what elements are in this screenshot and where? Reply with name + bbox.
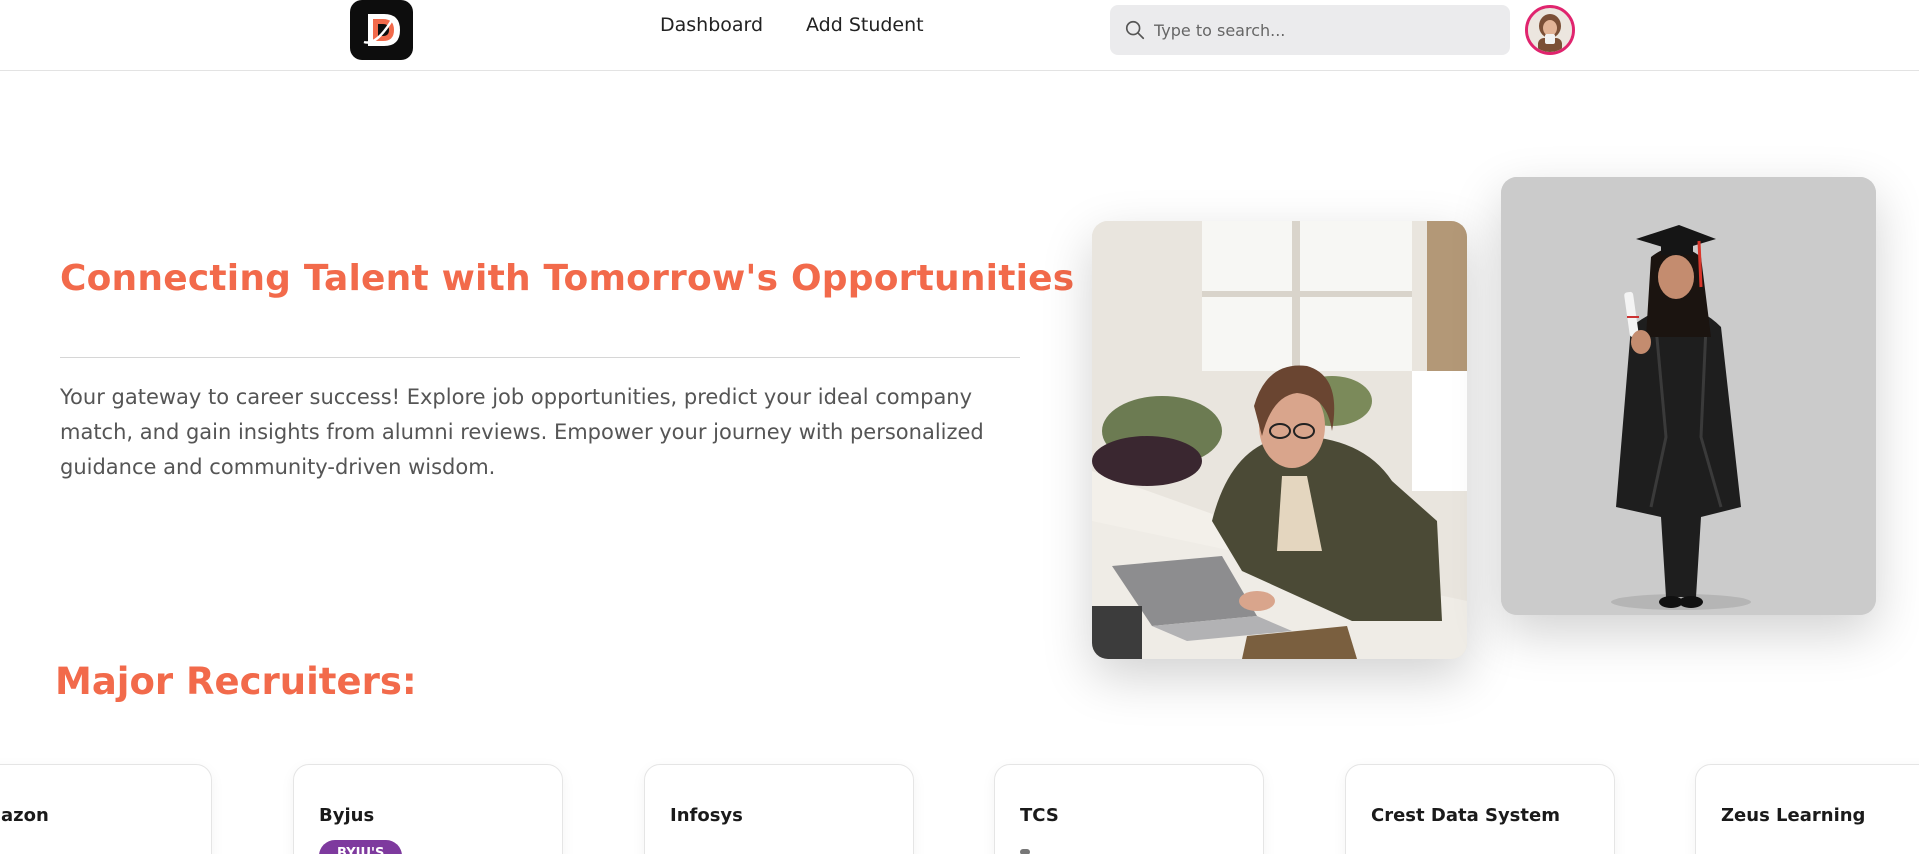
avatar-image [1528,8,1572,52]
user-avatar[interactable] [1525,5,1575,55]
company-badge: BYJU'S [319,840,403,854]
company-card-infosys[interactable]: Infosys [644,764,914,854]
graduate-photo [1501,177,1876,615]
company-name: Crest Data System [1371,805,1560,826]
company-card-tcs[interactable]: TCS [994,764,1264,854]
company-name: azon [1,805,49,826]
hero-divider [60,357,1020,358]
navbar: Dashboard Add Student [0,0,1919,71]
hero-title: Connecting Talent with Tomorrow's Opport… [60,258,1075,299]
company-name: Byjus [319,805,375,826]
search-input[interactable] [1154,20,1494,40]
company-card-zeus-learning[interactable]: Zeus Learning [1695,764,1919,854]
nav-dashboard-link[interactable]: Dashboard [660,14,763,36]
company-logo-fragment [1020,849,1030,854]
company-card-crest-data-system[interactable]: Crest Data System [1345,764,1615,854]
search-icon [1125,20,1145,40]
company-name: Zeus Learning [1721,805,1866,826]
major-recruiters-title: Major Recruiters: [55,660,417,703]
brand-logo[interactable] [350,0,413,60]
company-card-byjus[interactable]: Byjus BYJU'S [293,764,563,854]
nav-add-student-link[interactable]: Add Student [806,14,924,36]
logo-icon [363,14,400,46]
company-card-amazon[interactable]: azon [0,764,212,854]
page: Dashboard Add Student Connecting Talent … [0,0,1919,854]
office-worker-photo [1092,221,1467,659]
company-name: Infosys [670,805,743,826]
search-box[interactable] [1110,5,1510,55]
company-name: TCS [1020,805,1059,826]
hero-description: Your gateway to career success! Explore … [60,385,984,479]
